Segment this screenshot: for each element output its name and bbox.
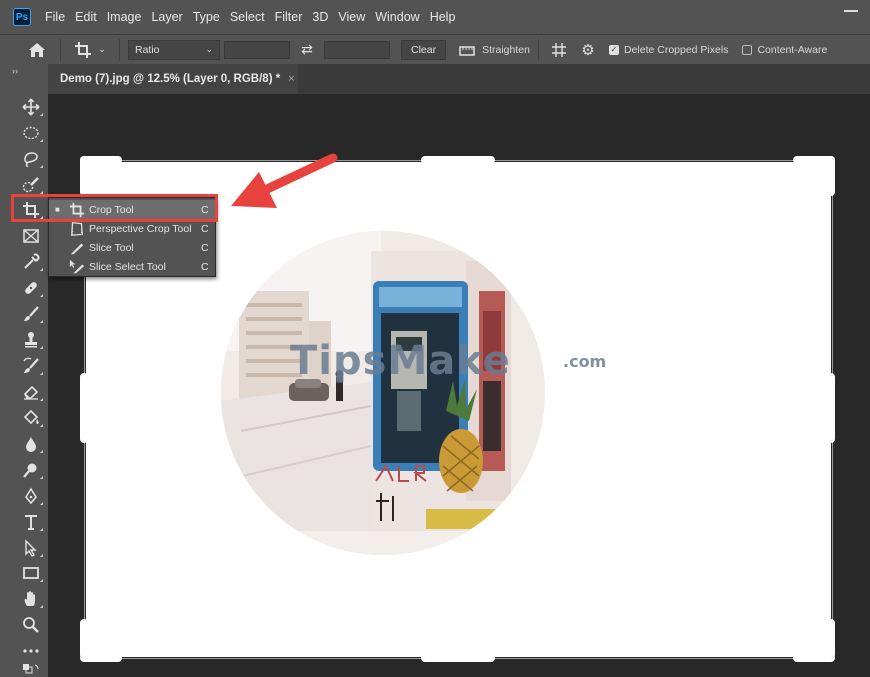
crop-handle-left[interactable] — [80, 373, 88, 443]
menu-layer[interactable]: Layer — [146, 0, 187, 34]
flyout-item-slice-tool[interactable]: Slice Tool C — [49, 238, 215, 257]
rectangle-tool-icon[interactable] — [17, 561, 45, 585]
height-field[interactable] — [324, 40, 390, 59]
circular-photo — [221, 231, 545, 555]
crop-handle-right[interactable] — [827, 373, 835, 443]
swap-colors-icon[interactable] — [17, 662, 45, 677]
pen-tool-icon[interactable] — [17, 484, 45, 508]
ratio-select-label: Ratio — [135, 43, 160, 56]
menu-3d[interactable]: 3D — [307, 0, 333, 34]
crop-handle-top-left[interactable] — [80, 156, 88, 196]
brush-tool-icon[interactable] — [17, 302, 45, 326]
delete-cropped-pixels-label: Delete Cropped Pixels — [623, 43, 729, 56]
watermark-suffix: .com — [563, 352, 607, 371]
document-tab-strip: Demo (7).jpg @ 12.5% (Layer 0, RGB/8) * … — [48, 64, 870, 94]
healing-brush-tool-icon[interactable] — [17, 276, 45, 300]
menu-filter[interactable]: Filter — [270, 0, 308, 34]
menu-window[interactable]: Window — [370, 0, 424, 34]
perspective-crop-icon — [69, 221, 85, 237]
eraser-tool-icon[interactable] — [17, 380, 45, 404]
minimize-icon[interactable] — [844, 10, 858, 12]
grid-overlay-icon[interactable] — [547, 42, 571, 58]
straighten-icon[interactable] — [452, 44, 482, 56]
content-aware-checkbox[interactable]: Content-Aware — [742, 44, 827, 56]
crop-handle-bottom-right[interactable] — [827, 619, 835, 659]
menu-edit[interactable]: Edit — [70, 0, 102, 34]
type-tool-icon[interactable] — [17, 510, 45, 534]
crop-handle-bottom-left[interactable] — [80, 619, 88, 659]
eyedropper-tool-icon[interactable] — [17, 250, 45, 274]
path-select-tool-icon[interactable] — [17, 536, 45, 560]
home-icon[interactable] — [22, 42, 52, 58]
menu-select[interactable]: Select — [225, 0, 270, 34]
flyout-item-label: Perspective Crop Tool — [89, 222, 192, 235]
clear-button[interactable]: Clear — [401, 39, 447, 60]
checkbox-checked-icon: ✓ — [608, 44, 619, 55]
document-tab-title: Demo (7).jpg @ 12.5% (Layer 0, RGB/8) * — [60, 73, 281, 85]
swap-icon[interactable]: ⇄ — [290, 41, 324, 58]
crop-handle-bottom[interactable] — [421, 654, 495, 662]
flyout-item-shortcut: C — [201, 241, 209, 254]
crop-handle-bottom-right[interactable] — [793, 654, 835, 662]
content-aware-label: Content-Aware — [757, 43, 828, 56]
menu-image[interactable]: Image — [102, 0, 147, 34]
flyout-item-label: Slice Select Tool — [89, 260, 166, 273]
menu-help[interactable]: Help — [425, 0, 461, 34]
delete-cropped-pixels-checkbox[interactable]: ✓ Delete Cropped Pixels — [608, 43, 729, 56]
options-bar: ⌄ Ratio ⌄ ⇄ Clear Straighten ⚙ ✓ Delete … — [0, 34, 870, 64]
crop-handle-top-right[interactable] — [827, 156, 835, 196]
frame-tool-icon[interactable] — [17, 224, 45, 248]
slice-select-tool-icon — [69, 259, 85, 275]
width-field[interactable] — [224, 40, 290, 59]
crop-handle-top[interactable] — [421, 156, 495, 164]
move-tool-icon[interactable] — [17, 95, 45, 119]
separator — [537, 38, 539, 61]
paint-bucket-tool-icon[interactable] — [17, 406, 45, 430]
flyout-item-slice-select-tool[interactable]: Slice Select Tool C — [49, 257, 215, 276]
collapse-panel-icon[interactable]: ›› — [12, 66, 18, 76]
flyout-item-shortcut: C — [201, 260, 209, 273]
dodge-tool-icon[interactable] — [17, 458, 45, 482]
annotation-arrow-icon — [231, 153, 338, 208]
checkbox-unchecked-icon — [742, 44, 753, 55]
blur-tool-icon[interactable] — [17, 432, 45, 456]
flyout-item-label: Slice Tool — [89, 241, 134, 254]
menu-type[interactable]: Type — [188, 0, 225, 34]
crop-preset-icon[interactable]: ⌄ — [69, 41, 111, 59]
menu-file[interactable]: File — [40, 0, 70, 34]
history-brush-tool-icon[interactable] — [17, 354, 45, 378]
menu-view[interactable]: View — [333, 0, 370, 34]
separator — [60, 38, 61, 61]
photoshop-logo: Ps — [13, 8, 31, 26]
hand-tool-icon[interactable] — [17, 587, 45, 611]
annotation-highlight-box — [11, 194, 218, 222]
close-icon[interactable]: × — [288, 73, 294, 85]
crop-handle-bottom-left[interactable] — [80, 654, 122, 662]
clone-stamp-tool-icon[interactable] — [17, 328, 45, 352]
menu-bar: Ps File Edit Image Layer Type Select Fil… — [0, 0, 870, 34]
document-tab[interactable]: Demo (7).jpg @ 12.5% (Layer 0, RGB/8) * … — [48, 64, 298, 94]
zoom-tool-icon[interactable] — [17, 613, 45, 637]
lasso-tool-icon[interactable] — [17, 147, 45, 171]
watermark-text: TipsMake — [290, 338, 511, 384]
chevron-down-icon: ⌄ — [205, 44, 213, 54]
slice-tool-icon — [69, 240, 85, 256]
straighten-label[interactable]: Straighten — [482, 44, 530, 56]
ratio-select[interactable]: Ratio ⌄ — [128, 39, 220, 60]
gear-icon[interactable]: ⚙ — [571, 41, 605, 59]
marquee-tool-icon[interactable] — [17, 121, 45, 145]
separator — [119, 38, 120, 61]
flyout-item-shortcut: C — [201, 222, 209, 235]
more-tools-icon[interactable] — [17, 639, 45, 663]
tools-panel: ›› — [0, 64, 48, 677]
